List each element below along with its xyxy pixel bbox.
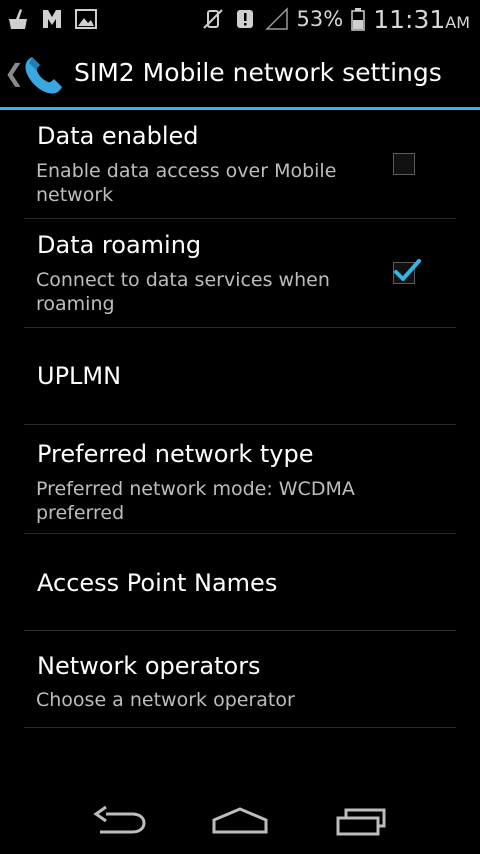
setting-summary: Choose a network operator xyxy=(36,689,295,711)
clock-time: 11:31 xyxy=(373,4,446,34)
data-enabled-checkbox[interactable] xyxy=(393,153,415,175)
setting-preferred-network-type[interactable]: Preferred network type Preferred network… xyxy=(0,425,480,534)
setting-title: UPLMN xyxy=(37,362,122,390)
signal-icon xyxy=(264,7,289,31)
back-icon[interactable] xyxy=(88,804,152,840)
cleaner-icon xyxy=(6,7,30,31)
image-icon xyxy=(74,7,98,31)
recent-apps-icon[interactable] xyxy=(332,804,396,840)
divider xyxy=(24,727,456,728)
setting-title: Preferred network type xyxy=(37,440,314,468)
setting-data-roaming[interactable]: Data roaming Connect to data services wh… xyxy=(0,219,480,328)
setting-title: Access Point Names xyxy=(37,569,278,597)
action-bar: ❮ SIM2 Mobile network settings xyxy=(0,38,480,110)
data-roaming-checkbox[interactable] xyxy=(393,259,421,284)
page-title: SIM2 Mobile network settings xyxy=(74,58,442,87)
setting-summary: Enable data access over Mobile network xyxy=(36,160,337,206)
setting-uplmn[interactable]: UPLMN xyxy=(0,328,480,425)
setting-title: Network operators xyxy=(37,652,261,680)
navigation-bar xyxy=(0,790,480,854)
mute-icon xyxy=(201,7,225,31)
battery-percent: 53% xyxy=(296,7,344,31)
checkmark-icon xyxy=(394,259,421,281)
setting-title: Data roaming xyxy=(37,231,202,259)
settings-list: Data enabled Enable data access over Mob… xyxy=(0,110,480,728)
app-notification-icon xyxy=(40,7,64,31)
clock: 11:31AM xyxy=(373,5,470,34)
home-icon[interactable] xyxy=(208,804,272,840)
setting-data-enabled[interactable]: Data enabled Enable data access over Mob… xyxy=(0,110,480,219)
clock-ampm: AM xyxy=(445,12,470,32)
setting-summary: Preferred network mode: WCDMA preferred xyxy=(36,478,355,524)
alert-icon xyxy=(233,7,257,31)
battery-icon xyxy=(351,7,365,31)
setting-access-point-names[interactable]: Access Point Names xyxy=(0,534,480,631)
screen: 53% 11:31AM ❮ SIM2 Mobile network settin… xyxy=(0,0,480,854)
phone-app-icon[interactable] xyxy=(20,51,68,99)
setting-summary: Connect to data services when roaming xyxy=(36,269,330,315)
status-bar: 53% 11:31AM xyxy=(0,0,480,38)
setting-network-operators[interactable]: Network operators Choose a network opera… xyxy=(0,631,480,728)
setting-title: Data enabled xyxy=(37,122,199,150)
